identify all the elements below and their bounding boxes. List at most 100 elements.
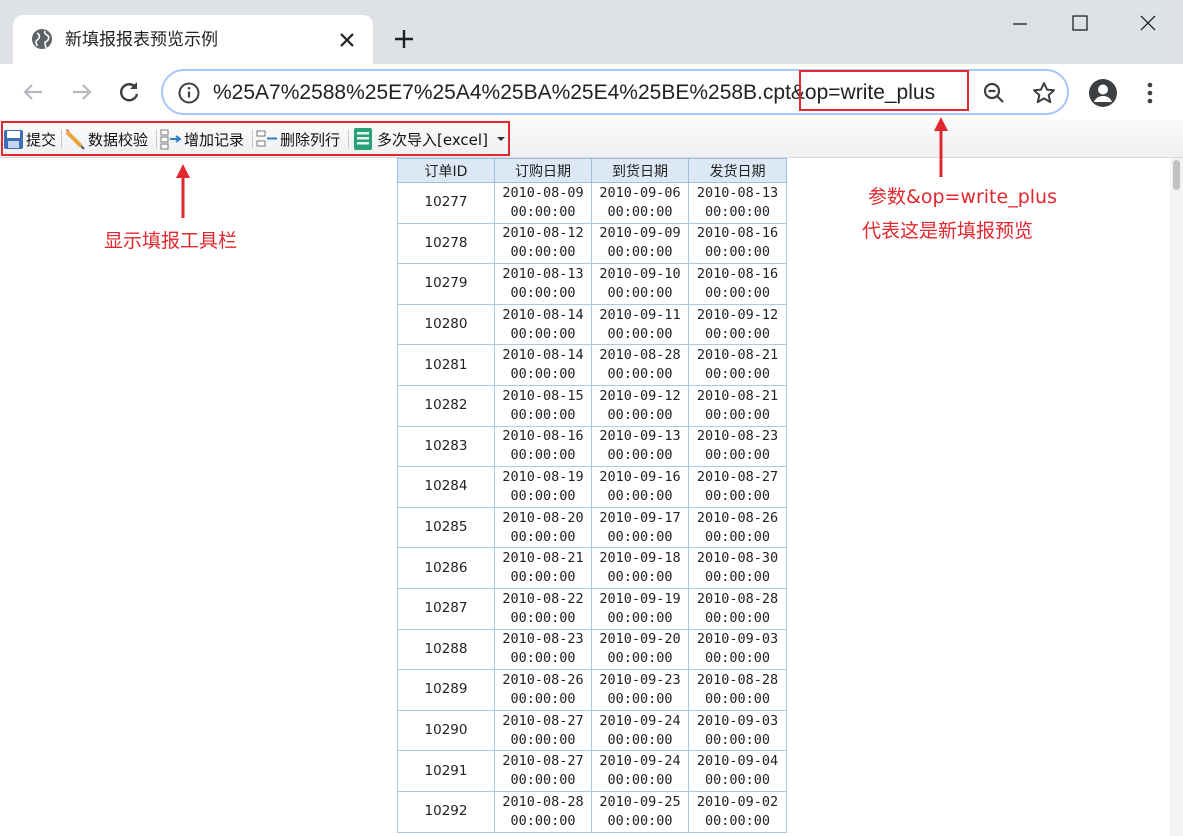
- arrival-date-cell[interactable]: 2010-09-20 00:00:00: [591, 628, 689, 671]
- ship-date-cell[interactable]: 2010-08-26 00:00:00: [688, 506, 787, 549]
- arrival-date-cell[interactable]: 2010-09-06 00:00:00: [591, 182, 689, 224]
- arrival-date-cell[interactable]: 2010-09-19 00:00:00: [591, 587, 689, 630]
- forward-icon[interactable]: [67, 78, 95, 106]
- ship-date-cell[interactable]: 2010-08-16 00:00:00: [688, 222, 787, 265]
- back-icon[interactable]: [20, 78, 48, 106]
- table-row: 10292 2010-08-28 00:00:00 2010-09-25 00:00:0…: [397, 790, 787, 833]
- ship-date-cell[interactable]: 2010-09-03 00:00:00: [688, 628, 787, 671]
- arrival-date-cell[interactable]: 2010-09-23 00:00:00: [591, 669, 689, 711]
- order-date-cell[interactable]: 2010-08-12 00:00:00: [494, 222, 592, 265]
- ship-date-cell[interactable]: 2010-09-03 00:00:00: [688, 709, 787, 752]
- order-id-cell[interactable]: 10292: [397, 790, 495, 833]
- param-annotation-line2: 代表这是新填报预览: [862, 220, 1034, 242]
- order-date-cell[interactable]: 2010-08-14 00:00:00: [494, 344, 592, 386]
- browser-toolbar: %25A7%2588%25E7%25A4%25BA%25E4%25BE%258B…: [0, 64, 1183, 120]
- browser-tab[interactable]: 新填报报表预览示例: [13, 15, 373, 64]
- bookmark-star-icon[interactable]: [1031, 80, 1057, 106]
- arrival-date-cell[interactable]: 2010-09-10 00:00:00: [591, 263, 689, 305]
- order-id-cell[interactable]: 10279: [397, 263, 495, 305]
- order-date-cell[interactable]: 2010-08-21 00:00:00: [494, 547, 592, 589]
- new-tab-icon[interactable]: [391, 26, 417, 52]
- zoom-out-icon[interactable]: [981, 80, 1007, 106]
- order-id-cell[interactable]: 10287: [397, 587, 495, 630]
- order-id-cell[interactable]: 10290: [397, 709, 495, 752]
- table-row: 10285 2010-08-20 00:00:00 2010-09-17 00:00:0…: [397, 506, 787, 549]
- order-id-cell[interactable]: 10278: [397, 222, 495, 265]
- info-icon[interactable]: [177, 81, 201, 105]
- ship-date-cell[interactable]: 2010-08-27 00:00:00: [688, 466, 787, 508]
- arrival-date-cell[interactable]: 2010-09-16 00:00:00: [591, 466, 689, 508]
- header-ship-date: 发货日期: [688, 158, 787, 183]
- order-date-cell[interactable]: 2010-08-14 00:00:00: [494, 303, 592, 346]
- order-id-cell[interactable]: 10286: [397, 547, 495, 589]
- order-id-cell[interactable]: 10284: [397, 466, 495, 508]
- order-date-cell[interactable]: 2010-08-16 00:00:00: [494, 425, 592, 468]
- order-id-cell[interactable]: 10282: [397, 384, 495, 427]
- table-row: 10278 2010-08-12 00:00:00 2010-09-09 00:00:0…: [397, 222, 787, 265]
- vertical-scrollbar[interactable]: [1170, 158, 1183, 836]
- ship-date-cell[interactable]: 2010-09-04 00:00:00: [688, 750, 787, 792]
- order-id-cell[interactable]: 10277: [397, 182, 495, 224]
- ship-date-cell[interactable]: 2010-08-30 00:00:00: [688, 547, 787, 589]
- order-date-cell[interactable]: 2010-08-27 00:00:00: [494, 750, 592, 792]
- order-date-cell[interactable]: 2010-08-26 00:00:00: [494, 669, 592, 711]
- report-body: 10277 2010-08-09 00:00:00 2010-09-06 00:00:0…: [397, 182, 787, 833]
- url-param-highlight-box: [799, 70, 969, 111]
- ship-date-cell[interactable]: 2010-09-02 00:00:00: [688, 790, 787, 833]
- order-id-cell[interactable]: 10291: [397, 750, 495, 792]
- arrival-date-cell[interactable]: 2010-08-28 00:00:00: [591, 344, 689, 386]
- arrival-date-cell[interactable]: 2010-09-17 00:00:00: [591, 506, 689, 549]
- order-date-cell[interactable]: 2010-08-15 00:00:00: [494, 384, 592, 427]
- table-row: 10277 2010-08-09 00:00:00 2010-09-06 00:00:0…: [397, 182, 787, 224]
- ship-date-cell[interactable]: 2010-08-28 00:00:00: [688, 669, 787, 711]
- ship-date-cell[interactable]: 2010-08-21 00:00:00: [688, 344, 787, 386]
- close-window-icon[interactable]: [1133, 8, 1163, 38]
- report-table: 订单ID 订购日期 到货日期 发货日期 10277 2010-08-09 00:00…: [397, 158, 787, 833]
- ship-date-cell[interactable]: 2010-08-23 00:00:00: [688, 425, 787, 468]
- ship-date-cell[interactable]: 2010-08-16 00:00:00: [688, 263, 787, 305]
- order-date-cell[interactable]: 2010-08-13 00:00:00: [494, 263, 592, 305]
- minimize-icon[interactable]: [1005, 8, 1035, 38]
- table-row: 10288 2010-08-23 00:00:00 2010-09-20 00:00:0…: [397, 628, 787, 671]
- arrival-date-cell[interactable]: 2010-09-25 00:00:00: [591, 790, 689, 833]
- arrival-date-cell[interactable]: 2010-09-18 00:00:00: [591, 547, 689, 589]
- scrollbar-thumb[interactable]: [1173, 160, 1180, 190]
- arrival-date-cell[interactable]: 2010-09-24 00:00:00: [591, 750, 689, 792]
- kebab-menu-icon[interactable]: [1140, 78, 1160, 108]
- close-tab-icon[interactable]: [335, 28, 359, 52]
- table-row: 10290 2010-08-27 00:00:00 2010-09-24 00:00:0…: [397, 709, 787, 752]
- ship-date-cell[interactable]: 2010-08-21 00:00:00: [688, 384, 787, 427]
- globe-icon: [32, 29, 52, 49]
- ship-date-cell[interactable]: 2010-08-13 00:00:00: [688, 182, 787, 224]
- order-id-cell[interactable]: 10280: [397, 303, 495, 346]
- arrival-date-cell[interactable]: 2010-09-12 00:00:00: [591, 384, 689, 427]
- arrival-date-cell[interactable]: 2010-09-09 00:00:00: [591, 222, 689, 265]
- arrival-date-cell[interactable]: 2010-09-13 00:00:00: [591, 425, 689, 468]
- order-id-cell[interactable]: 10288: [397, 628, 495, 671]
- order-date-cell[interactable]: 2010-08-20 00:00:00: [494, 506, 592, 549]
- ship-date-cell[interactable]: 2010-09-12 00:00:00: [688, 303, 787, 346]
- order-date-cell[interactable]: 2010-08-27 00:00:00: [494, 709, 592, 752]
- tab-title: 新填报报表预览示例: [65, 30, 218, 50]
- order-id-cell[interactable]: 10285: [397, 506, 495, 549]
- table-row: 10283 2010-08-16 00:00:00 2010-09-13 00:00:0…: [397, 425, 787, 468]
- order-date-cell[interactable]: 2010-08-28 00:00:00: [494, 790, 592, 833]
- table-row: 10280 2010-08-14 00:00:00 2010-09-11 00:00:0…: [397, 303, 787, 346]
- toolbar-annotation: 显示填报工具栏: [104, 230, 238, 252]
- order-date-cell[interactable]: 2010-08-09 00:00:00: [494, 182, 592, 224]
- maximize-icon[interactable]: [1065, 8, 1095, 38]
- profile-avatar-icon[interactable]: [1088, 78, 1118, 108]
- table-row: 10282 2010-08-15 00:00:00 2010-09-12 00:00:0…: [397, 384, 787, 427]
- arrival-date-cell[interactable]: 2010-09-24 00:00:00: [591, 709, 689, 752]
- order-id-cell[interactable]: 10281: [397, 344, 495, 386]
- order-date-cell[interactable]: 2010-08-23 00:00:00: [494, 628, 592, 671]
- order-id-cell[interactable]: 10283: [397, 425, 495, 468]
- order-id-cell[interactable]: 10289: [397, 669, 495, 711]
- reload-icon[interactable]: [115, 78, 143, 106]
- arrival-date-cell[interactable]: 2010-09-11 00:00:00: [591, 303, 689, 346]
- order-date-cell[interactable]: 2010-08-19 00:00:00: [494, 466, 592, 508]
- param-annotation-line1: 参数&op=write_plus: [868, 186, 1057, 208]
- order-date-cell[interactable]: 2010-08-22 00:00:00: [494, 587, 592, 630]
- table-row: 10289 2010-08-26 00:00:00 2010-09-23 00:00:0…: [397, 669, 787, 711]
- ship-date-cell[interactable]: 2010-08-28 00:00:00: [688, 587, 787, 630]
